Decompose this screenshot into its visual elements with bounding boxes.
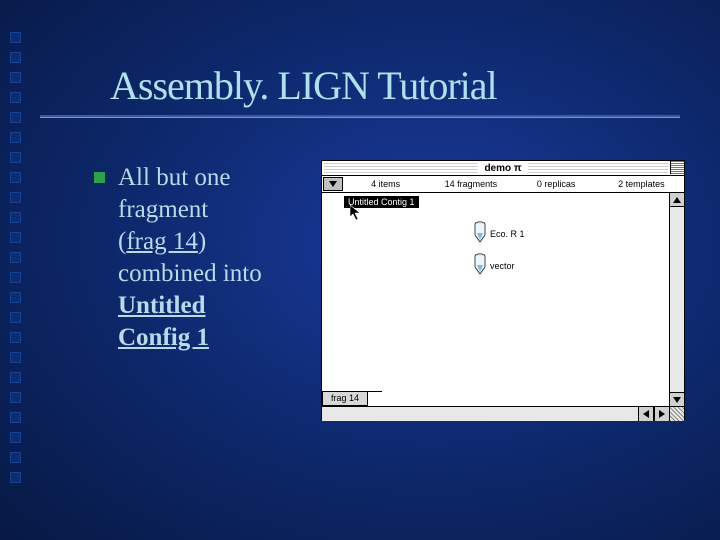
bullet-text-1: All but one [118,164,231,191]
cursor-icon [350,205,362,221]
status-bar: 4 items 14 fragments 0 replicas 2 templa… [322,176,684,193]
frag-shelf: frag 14 [322,391,382,406]
scrollbar-vertical[interactable] [669,193,684,406]
view-dropdown[interactable] [323,177,343,191]
bullet-config-line2: Config 1 [118,324,209,351]
status-items: 4 items [343,179,428,189]
scroll-down-icon[interactable] [670,392,684,406]
app-window: demo π 4 items 14 fragments 0 replicas 2… [321,160,685,420]
scroll-up-icon[interactable] [670,193,684,207]
bullet-config-line1: Untitled [118,292,206,319]
content-pane[interactable]: Untitled Contig 1 Eco. R 1 vector frag 1… [322,193,684,407]
bullet-text-2: fragment [118,196,208,223]
window-titlebar[interactable]: demo π [322,161,684,176]
scroll-right-icon[interactable] [654,407,669,421]
resize-handle[interactable] [669,407,684,421]
bullet-frag14: frag 14 [126,228,198,255]
chevron-down-icon [329,181,337,187]
window-zoom-box[interactable] [670,161,684,174]
status-templates: 2 templates [599,179,684,189]
tube-label-eco: Eco. R 1 [490,229,525,239]
bullet-paren-close: ) [198,228,206,255]
scrollbar-horizontal[interactable] [322,407,684,421]
bullet-marker-icon [94,172,105,183]
slide-deco-dots [10,32,21,483]
scroll-left-icon[interactable] [638,407,654,421]
tube-label-vector: vector [490,261,515,271]
slide-title: Assembly. LIGN Tutorial [110,62,497,109]
slide-bullet: All but one fragment (frag 14) combined … [118,162,306,354]
tube-icon[interactable] [474,221,486,243]
tube-icon[interactable] [474,253,486,275]
status-fragments: 14 fragments [428,179,513,189]
bullet-text-4: combined into [118,260,262,287]
window-title: demo π [478,163,527,174]
title-rule [40,115,680,118]
frag14-item[interactable]: frag 14 [322,392,368,406]
status-replicas: 0 replicas [514,179,599,189]
